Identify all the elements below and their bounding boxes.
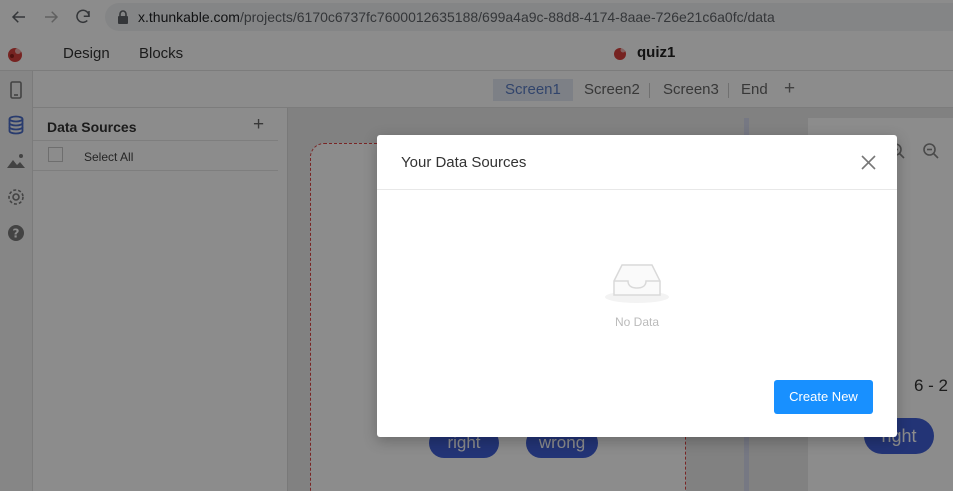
modal-title: Your Data Sources — [401, 154, 527, 171]
modal-header: Your Data Sources — [377, 135, 897, 190]
data-sources-modal: Your Data Sources No Data Create New — [377, 135, 897, 437]
create-new-button[interactable]: Create New — [774, 380, 873, 414]
empty-inbox-icon — [605, 264, 669, 303]
close-icon[interactable] — [860, 154, 877, 171]
empty-state-text: No Data — [614, 315, 660, 329]
